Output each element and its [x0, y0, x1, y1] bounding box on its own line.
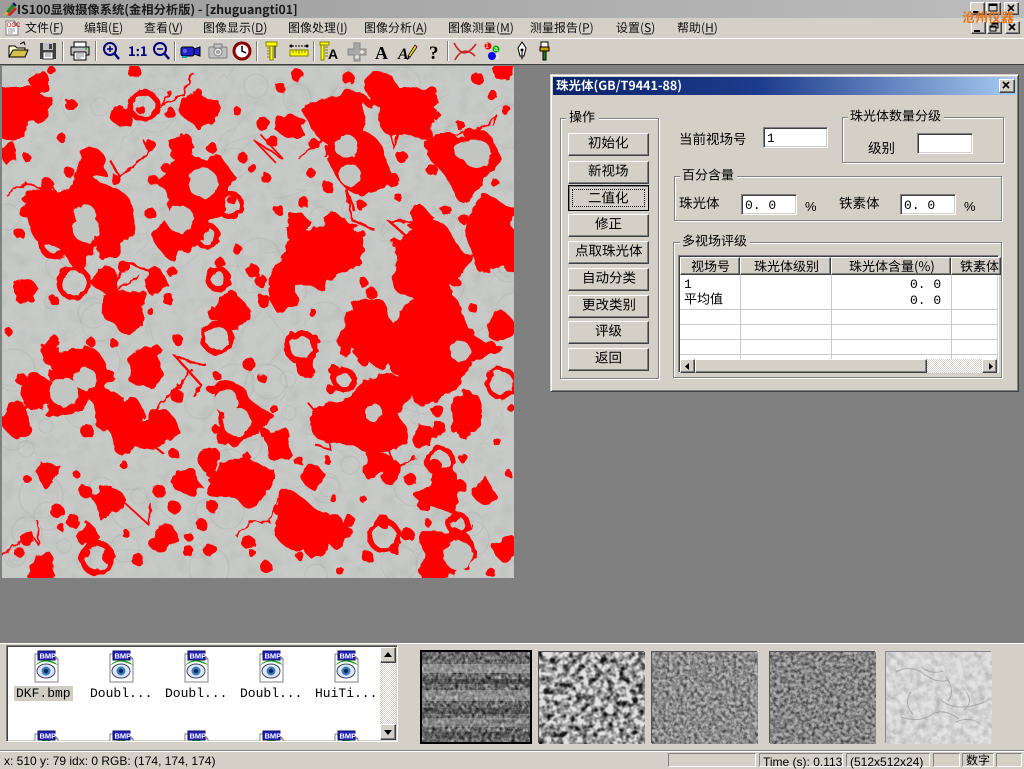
svg-text:BMP: BMP — [40, 652, 57, 661]
svg-text:1: 1 — [485, 43, 489, 50]
svg-text:BMP: BMP — [340, 732, 357, 741]
svg-text:3: 3 — [495, 54, 499, 61]
svg-text:A: A — [375, 43, 388, 62]
svg-text:BMP: BMP — [115, 732, 132, 741]
svg-text:BMP: BMP — [40, 732, 57, 741]
svg-text:a: a — [494, 46, 498, 53]
svg-text:?: ? — [429, 43, 439, 62]
svg-text:BMP: BMP — [265, 652, 282, 661]
svg-text:DOC: DOC — [7, 23, 20, 29]
svg-text:BMP: BMP — [340, 652, 357, 661]
svg-text:BMP: BMP — [190, 732, 207, 741]
svg-text:BMP: BMP — [115, 652, 132, 661]
svg-text:A: A — [328, 46, 338, 62]
svg-text:BMP: BMP — [190, 652, 207, 661]
svg-text:BMP: BMP — [265, 732, 282, 741]
